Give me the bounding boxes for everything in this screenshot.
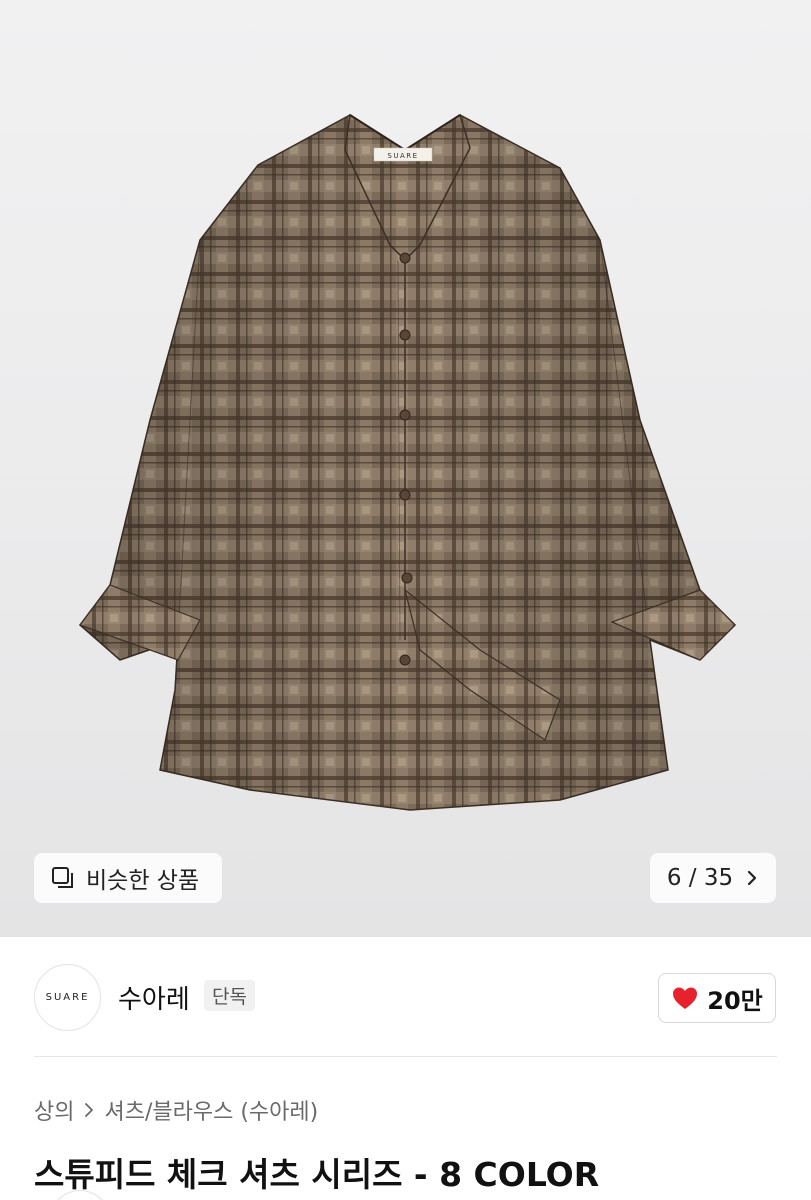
image-counter[interactable]: 6 / 35 [650, 853, 776, 903]
shirt-photo: SUARE [78, 113, 737, 811]
product-image[interactable]: SUARE 비슷한 상품 6 / 35 [0, 0, 811, 937]
exclusive-badge: 단독 [204, 980, 255, 1011]
label-tag-text: SUARE [387, 152, 418, 160]
brand-logo[interactable]: SUARE [34, 964, 101, 1031]
like-button[interactable]: 20만 [658, 973, 776, 1023]
chevron-right-icon [85, 1103, 94, 1117]
breadcrumb: 상의 셔츠/블라우스 (수아레) [34, 1094, 318, 1126]
product-title: 스튜피드 체크 셔츠 시리즈 - 8 COLOR [34, 1155, 600, 1194]
like-count: 20만 [707, 986, 763, 1015]
image-counter-text: 6 / 35 [666, 865, 734, 891]
heart-icon [673, 987, 698, 1009]
breadcrumb-category[interactable]: 상의 [34, 1094, 74, 1126]
divider [34, 1056, 777, 1057]
similar-items-button[interactable]: 비슷한 상품 [34, 853, 222, 903]
brand-row: SUARE 수아레 단독 20만 [0, 937, 811, 1057]
brand-logo-text: SUARE [45, 992, 90, 1003]
chevron-right-icon [748, 870, 757, 886]
similar-items-label: 비슷한 상품 [86, 868, 200, 894]
similar-items-icon [52, 867, 73, 888]
brand-name[interactable]: 수아레 [118, 979, 190, 1016]
breadcrumb-subcategory[interactable]: 셔츠/블라우스 (수아레) [104, 1094, 318, 1126]
